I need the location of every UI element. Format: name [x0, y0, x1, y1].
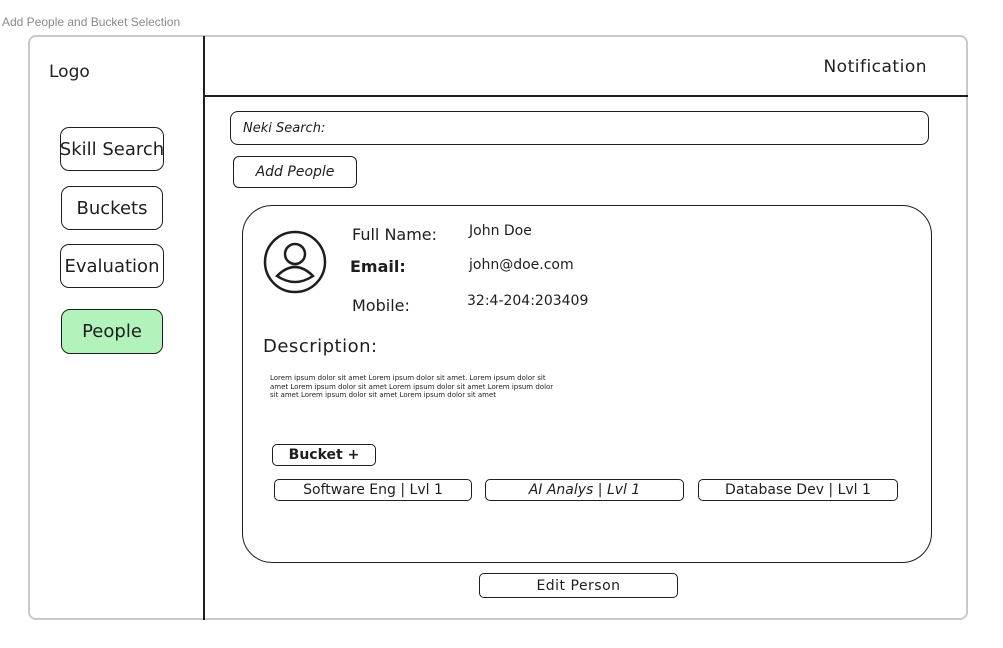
- sidebar-divider: [203, 36, 205, 620]
- sidebar-item-buckets[interactable]: Buckets: [61, 186, 163, 230]
- email-value: john@doe.com: [469, 257, 574, 273]
- add-bucket-button[interactable]: Bucket +: [272, 444, 376, 466]
- full-name-label: Full Name:: [352, 225, 438, 244]
- bucket-tag-software-eng[interactable]: Software Eng | Lvl 1: [274, 479, 472, 501]
- sidebar-item-skill-search[interactable]: Skill Search: [60, 127, 164, 171]
- full-name-value: John Doe: [469, 223, 532, 239]
- description-text: Lorem ipsum dolor sit amet Lorem ipsum d…: [270, 374, 554, 400]
- add-people-button[interactable]: Add People: [233, 156, 357, 188]
- logo: Logo: [49, 62, 90, 82]
- mobile-label: Mobile:: [352, 296, 410, 315]
- notification-link[interactable]: Notification: [823, 57, 927, 77]
- sidebar-item-evaluation[interactable]: Evaluation: [60, 244, 164, 288]
- search-input[interactable]: [325, 120, 894, 136]
- edit-person-button[interactable]: Edit Person: [479, 573, 678, 598]
- bucket-tag-ai-analys[interactable]: AI Analys | Lvl 1: [485, 479, 684, 501]
- bucket-tag-database-dev[interactable]: Database Dev | Lvl 1: [698, 479, 898, 501]
- user-avatar-icon: [263, 230, 327, 294]
- search-label: Neki Search:: [243, 120, 326, 136]
- mobile-value: 32:4-204:203409: [467, 293, 589, 309]
- header-divider: [204, 95, 968, 97]
- description-title: Description:: [263, 336, 378, 357]
- sidebar-item-people[interactable]: People: [61, 309, 163, 354]
- frame-title: Add People and Bucket Selection: [2, 15, 181, 29]
- email-label: Email:: [350, 257, 406, 276]
- search-field[interactable]: Neki Search:: [230, 111, 929, 145]
